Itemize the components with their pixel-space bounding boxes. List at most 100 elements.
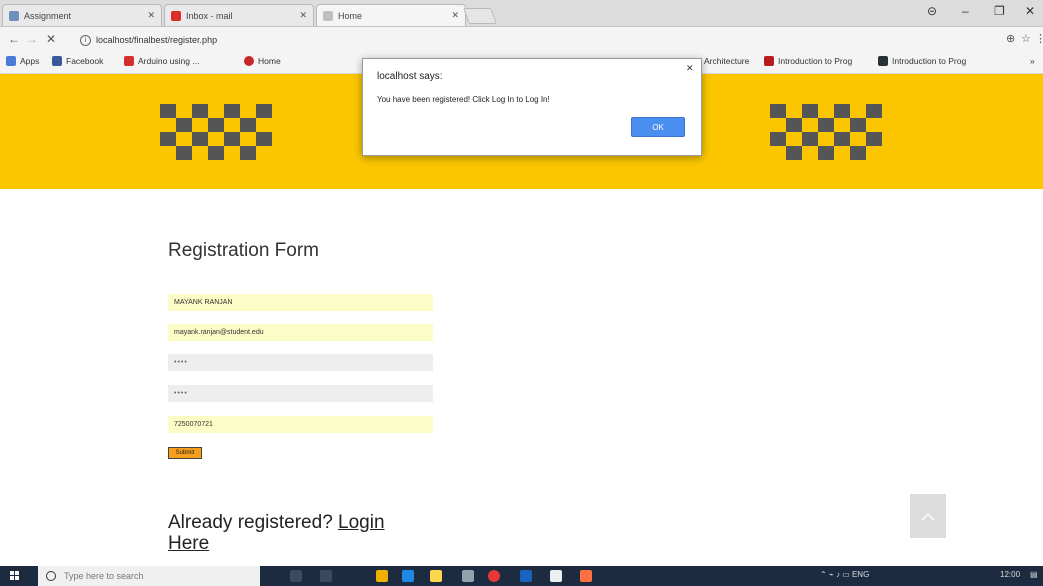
bookmark-label: Apps (20, 56, 40, 66)
bookmark-intro-prog-1[interactable]: Introduction to Prog (764, 56, 852, 66)
checker-square (224, 104, 240, 118)
checker-pattern-right (770, 104, 890, 164)
checker-square (240, 118, 256, 132)
menu-icon[interactable]: ⋮ (1035, 32, 1043, 45)
forward-icon[interactable]: → (26, 32, 38, 46)
bookmark-label: Home (258, 56, 281, 66)
password-input[interactable]: •••• (168, 354, 433, 371)
info-icon[interactable]: i (80, 34, 91, 46)
checker-square (786, 146, 802, 160)
windows-start-icon[interactable] (10, 571, 20, 581)
checker-square (834, 104, 850, 118)
back-icon[interactable]: ← (8, 32, 20, 46)
checker-square (160, 104, 176, 118)
checker-square (240, 146, 256, 160)
scroll-to-top-button[interactable] (910, 494, 946, 538)
login-prompt-text: Already registered? (168, 512, 339, 533)
doc-icon (878, 56, 888, 66)
confirm-password-input[interactable]: •••• (168, 385, 433, 402)
bookmark-label: Architecture (704, 56, 750, 66)
notifications-icon[interactable]: ▤ (1030, 570, 1038, 579)
browser-tab-assignment[interactable]: Assignment ✕ (2, 4, 162, 26)
restore-icon[interactable]: ❐ (994, 4, 1005, 18)
checker-square (192, 132, 208, 146)
window-close-icon[interactable]: ✕ (1025, 4, 1035, 18)
checker-square (866, 132, 882, 146)
profile-icon[interactable]: ⊝ (927, 4, 937, 18)
checker-square (176, 146, 192, 160)
xampp-icon[interactable] (580, 570, 592, 582)
minimize-icon[interactable]: – (962, 4, 969, 18)
new-tab-button[interactable] (463, 8, 497, 24)
submit-button[interactable]: Submit (168, 447, 202, 459)
checker-square (192, 104, 208, 118)
checker-pattern-left (160, 104, 280, 164)
taskbar-search-box[interactable]: Type here to search (38, 566, 260, 586)
alert-ok-button[interactable]: OK (631, 117, 685, 137)
file-explorer-icon[interactable] (430, 570, 442, 582)
windows-taskbar: Type here to search ⌃ ⌁ ♪ ▭ ENG 12:00 ▤ (0, 566, 1043, 586)
bookmark-apps[interactable]: Apps (6, 56, 39, 66)
close-icon[interactable]: ✕ (147, 10, 155, 21)
checker-square (208, 146, 224, 160)
more-bookmarks-icon[interactable]: » (1030, 56, 1035, 66)
alert-dialog: localhost says: You have been registered… (362, 58, 702, 156)
tab-favicon-icon (9, 10, 19, 21)
browser-tab-mail[interactable]: Inbox - mail ✕ (164, 4, 314, 26)
checker-square (176, 118, 192, 132)
url-text: localhost/finalbest/register.php (96, 35, 218, 45)
bookmark-arduino[interactable]: Arduino using ... (124, 56, 199, 66)
alert-title: localhost says: (377, 71, 443, 82)
chrome-icon[interactable] (488, 570, 500, 582)
mail-icon (171, 10, 181, 21)
bookmark-home[interactable]: Home (244, 56, 281, 66)
bookmark-overflow-close-icon[interactable]: ✕ (686, 63, 694, 74)
bookmark-intro-prog-2[interactable]: Introduction to Prog (878, 56, 966, 66)
edge-browser-icon[interactable] (402, 570, 414, 582)
chevron-up-icon (921, 512, 935, 521)
checker-square (850, 118, 866, 132)
checker-square (786, 118, 802, 132)
bookmark-star-icon[interactable]: ☆ (1021, 32, 1031, 45)
close-icon[interactable]: ✕ (451, 10, 459, 21)
tab-title: Home (338, 10, 363, 21)
pdf-icon (764, 56, 774, 66)
video-icon (124, 56, 134, 66)
bookmark-architecture[interactable]: Architecture (704, 56, 749, 66)
checker-square (208, 118, 224, 132)
bookmark-label: Introduction to Prog (778, 56, 853, 66)
system-tray[interactable]: ⌃ ⌁ ♪ ▭ ENG (820, 570, 869, 579)
task-view-icon[interactable] (290, 570, 302, 582)
checker-square (256, 104, 272, 118)
apps-icon (6, 56, 16, 66)
zoom-icon[interactable]: ⊕ (1006, 32, 1015, 45)
checker-square (834, 132, 850, 146)
clock: 12:00 (1000, 570, 1021, 579)
browser-tab-strip: Assignment ✕ Inbox - mail ✕ Home ✕ ⊝ – ❐… (0, 0, 1043, 27)
address-bar-row: ← → ✕ i localhost/finalbest/register.php… (0, 27, 1043, 53)
stop-icon[interactable]: ✕ (46, 32, 56, 46)
close-icon[interactable]: ✕ (299, 10, 307, 21)
explorer-folder-icon[interactable] (550, 570, 562, 582)
bookmark-label: Arduino using ... (138, 56, 200, 66)
checker-square (866, 104, 882, 118)
name-input[interactable]: MAYANK RANJAN (168, 294, 433, 311)
store-icon[interactable] (462, 570, 474, 582)
word-icon[interactable] (520, 570, 532, 582)
calendar-app-icon[interactable] (376, 570, 388, 582)
email-input[interactable]: mayank.ranjan@student.edu (168, 324, 433, 341)
bookmark-facebook[interactable]: Facebook (52, 56, 103, 66)
tab-title: Inbox - mail (186, 10, 233, 21)
taskbar-search-placeholder: Type here to search (64, 571, 144, 581)
checker-square (850, 146, 866, 160)
checker-square (802, 104, 818, 118)
taskbar-app-icon[interactable] (320, 570, 332, 582)
checker-square (770, 104, 786, 118)
address-input[interactable]: i localhost/finalbest/register.php (80, 30, 1000, 50)
facebook-icon (52, 56, 62, 66)
browser-tab-home[interactable]: Home ✕ (316, 4, 466, 26)
checker-square (818, 146, 834, 160)
site-icon (244, 56, 254, 66)
tab-favicon-icon (323, 10, 333, 21)
phone-input[interactable]: 7250070721 (168, 416, 433, 433)
